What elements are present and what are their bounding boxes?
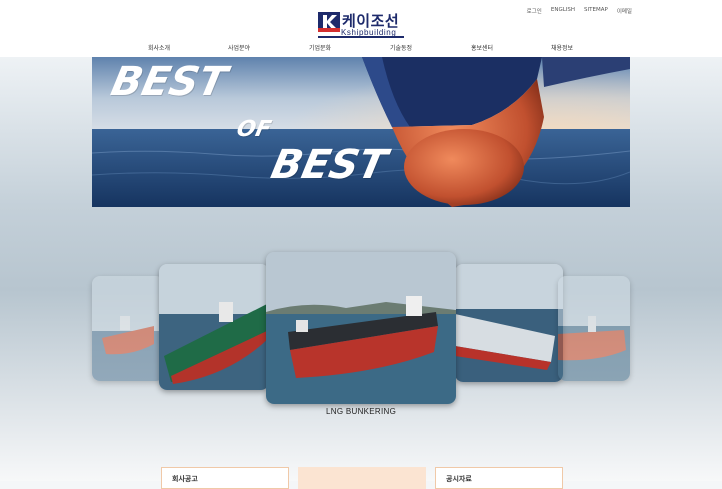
brand-logo[interactable]: 케이조선 Kshipbuilding (318, 9, 408, 39)
gallery-card-right[interactable] (455, 264, 563, 382)
quick-box-label: 회사공고 (172, 475, 198, 483)
ship-photo (455, 264, 563, 382)
gallery-card-far-left[interactable] (92, 276, 164, 381)
ship-photo (558, 276, 630, 381)
banner-word-best-bottom: BEST (267, 142, 391, 188)
nav-item-company[interactable]: 회사소개 (148, 43, 170, 52)
quick-box-label: 공시자료 (446, 475, 472, 483)
quick-box-notice[interactable]: 회사공고 (161, 467, 289, 489)
hero-banner: BEST OF BEST (92, 57, 630, 207)
nav-item-technology[interactable]: 기술동정 (390, 43, 412, 52)
nav-item-business[interactable]: 사업분야 (228, 43, 250, 52)
english-link[interactable]: ENGLISH (551, 7, 575, 15)
ship-photo (92, 276, 164, 381)
sitemap-link[interactable]: SITEMAP (584, 7, 608, 15)
gallery-caption: LNG BUNKERING (326, 407, 397, 416)
gallery-card-far-right[interactable] (558, 276, 630, 381)
ship-photo (266, 252, 456, 404)
brand-underline (318, 36, 404, 38)
banner-word-best-top: BEST (107, 59, 231, 105)
banner-word-of: OF (234, 117, 274, 142)
gallery-card-left[interactable] (159, 264, 269, 390)
nav-item-culture[interactable]: 기업문화 (309, 43, 331, 52)
main-navigation: 회사소개 사업분야 기업문화 기술동정 홍보센터 채용정보 (0, 43, 722, 55)
gallery-card-active[interactable] (266, 252, 456, 404)
site-header: 케이조선 Kshipbuilding 로그인 ENGLISH SITEMAP 이… (0, 0, 722, 57)
login-link[interactable]: 로그인 (527, 7, 542, 15)
ship-photo (159, 264, 269, 390)
nav-item-careers[interactable]: 채용정보 (551, 43, 573, 52)
email-link[interactable]: 이메일 (617, 7, 632, 15)
quick-box-featured[interactable] (298, 467, 426, 489)
nav-item-pr-center[interactable]: 홍보센터 (471, 43, 493, 52)
utility-links: 로그인 ENGLISH SITEMAP 이메일 (518, 7, 632, 15)
quick-box-disclosure[interactable]: 공시자료 (435, 467, 563, 489)
brand-mark-icon (318, 12, 340, 32)
